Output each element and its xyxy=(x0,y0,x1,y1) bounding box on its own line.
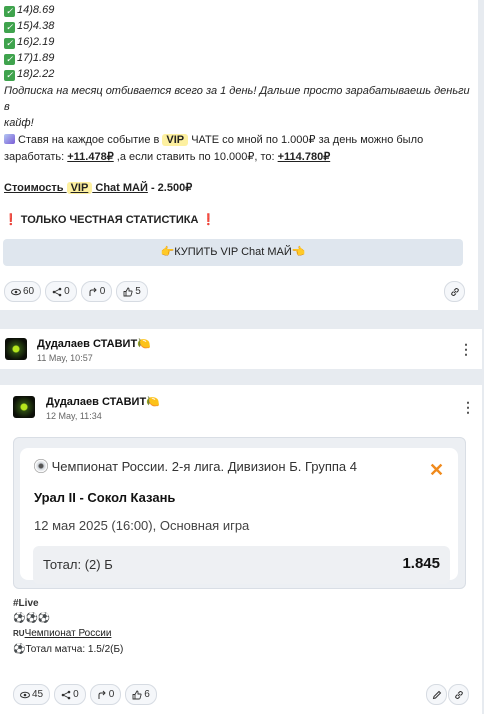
views-counter[interactable]: 60 xyxy=(4,281,42,302)
total-line: ⚽Тотал матча: 1.5/2(Б) xyxy=(13,644,124,655)
views-counter[interactable]: 45 xyxy=(13,684,51,705)
more-menu-icon[interactable]: ⋮ xyxy=(459,342,473,356)
share-icon xyxy=(61,690,71,699)
subscribe-text: Подписка на месяц отбивается всего за 1 … xyxy=(4,85,470,113)
result-item: ✓ 15)4.38 xyxy=(4,20,55,33)
channel-avatar[interactable] xyxy=(13,396,35,418)
result-item: ✓ 17)1.89 xyxy=(4,52,55,65)
result-item: ✓ 18)2.22 xyxy=(4,68,55,81)
likes-counter[interactable]: 5 xyxy=(116,281,148,302)
post-time: 12 May, 11:34 xyxy=(46,411,102,421)
point-right-icon: 👉 xyxy=(160,246,175,258)
earn-10000: +114.780₽ xyxy=(277,151,331,163)
bet-odds: 1.845 xyxy=(402,555,440,572)
exclamation-icon: ❗ xyxy=(4,214,18,226)
chart-icon xyxy=(4,134,15,144)
championship-link[interactable]: Чемпионат России xyxy=(25,628,112,639)
result-item: ✓ 14)8.69 xyxy=(4,4,55,17)
forward-icon xyxy=(98,690,106,699)
bet-card: Чемпионат России. 2-я лига. Дивизион Б. … xyxy=(13,437,466,589)
bet-selection[interactable]: Тотал: (2) Б 1.845 xyxy=(33,546,450,584)
post-3-stats: 45 0 0 6 xyxy=(13,684,157,705)
link-icon xyxy=(454,690,463,699)
match-date: 12 мая 2025 (16:00), Основная игра xyxy=(34,518,250,533)
forwards-counter[interactable]: 0 xyxy=(80,281,113,302)
earnings-line: заработать: +11.478₽ ,а если ставить по … xyxy=(4,151,331,163)
eye-icon xyxy=(11,288,21,295)
post-1-stats: 60 0 0 5 xyxy=(4,281,148,302)
copy-link-button[interactable] xyxy=(444,281,465,302)
likes-counter[interactable]: 6 xyxy=(125,684,157,705)
close-icon[interactable]: ✕ xyxy=(429,460,444,481)
results-list: ✓ 14)8.69 ✓ 15)4.38 ✓ 16)2.19 ✓ 17)1.89 ✓ 18)… xyxy=(4,2,478,131)
match-title: Урал II - Сокол Казань xyxy=(34,490,176,505)
more-menu-icon[interactable]: ⋮ xyxy=(461,400,475,414)
bet-summary: Ставя на каждое событие в VIP ЧАТЕ со мн… xyxy=(4,132,474,148)
share-icon xyxy=(52,287,62,296)
forwards-counter[interactable]: 0 xyxy=(89,684,122,705)
league-title: Чемпионат России. 2-я лига. Дивизион Б. … xyxy=(34,459,357,474)
author-name[interactable]: Дудалаев СТАВИТ🍋 xyxy=(46,395,160,408)
shares-counter[interactable]: 0 xyxy=(45,281,77,302)
author-name[interactable]: Дудалаев СТАВИТ🍋 xyxy=(37,337,151,350)
post-time: 11 May, 10:57 xyxy=(37,353,93,363)
forward-icon xyxy=(89,287,97,296)
ball-row: ⚽⚽⚽ xyxy=(13,613,51,624)
price-link[interactable]: Стоимость VIP Chat МАЙ xyxy=(4,182,148,194)
honest-stats-line: ❗ ТОЛЬКО ЧЕСТНАЯ СТАТИСТИКА ❗ xyxy=(4,214,216,226)
link-icon xyxy=(450,287,459,296)
vip-tag: VIP xyxy=(162,134,189,146)
championship-line: RUЧемпионат России xyxy=(13,627,111,641)
thumbs-up-icon xyxy=(123,287,133,296)
post-card-2: Дудалаев СТАВИТ🍋 11 May, 10:57 ⋮ xyxy=(0,329,482,369)
price-line: Стоимость VIP Chat МАЙ - 2.500₽ xyxy=(4,182,193,194)
russia-flag-icon: RU xyxy=(13,629,25,638)
bet-card-body[interactable]: Чемпионат России. 2-я лига. Дивизион Б. … xyxy=(20,448,458,584)
check-icon: ✓ xyxy=(4,6,15,17)
result-item: ✓ 16)2.19 xyxy=(4,36,55,49)
check-icon: ✓ xyxy=(4,22,15,33)
hashtag-live[interactable]: #Live xyxy=(13,597,39,611)
pencil-icon xyxy=(432,690,441,699)
lemon-icon: 🍋 xyxy=(137,338,151,350)
eye-icon xyxy=(20,691,30,698)
shares-counter[interactable]: 0 xyxy=(54,684,86,705)
point-left-icon: 👈 xyxy=(291,246,306,258)
buy-vip-button[interactable]: 👉КУПИТЬ VIP Chat МАЙ👈 xyxy=(3,239,463,266)
post-card-1: ✓ 14)8.69 ✓ 15)4.38 ✓ 16)2.19 ✓ 17)1.89 ✓ 18)… xyxy=(0,0,478,310)
bet-label: Тотал: (2) Б xyxy=(43,557,113,572)
check-icon: ✓ xyxy=(4,54,15,65)
earn-1000: +11.478₽ xyxy=(67,151,114,163)
check-icon: ✓ xyxy=(4,38,15,49)
thumbs-up-icon xyxy=(132,690,142,699)
channel-avatar[interactable] xyxy=(5,338,27,360)
check-icon: ✓ xyxy=(4,70,15,81)
football-icon xyxy=(34,459,48,473)
edit-button[interactable] xyxy=(426,684,447,705)
copy-link-button[interactable] xyxy=(448,684,469,705)
lemon-icon: 🍋 xyxy=(146,396,160,408)
football-icon: ⚽ xyxy=(13,644,26,655)
subscribe-text-cont: кайф! xyxy=(4,117,34,129)
exclamation-icon: ❗ xyxy=(201,214,216,226)
